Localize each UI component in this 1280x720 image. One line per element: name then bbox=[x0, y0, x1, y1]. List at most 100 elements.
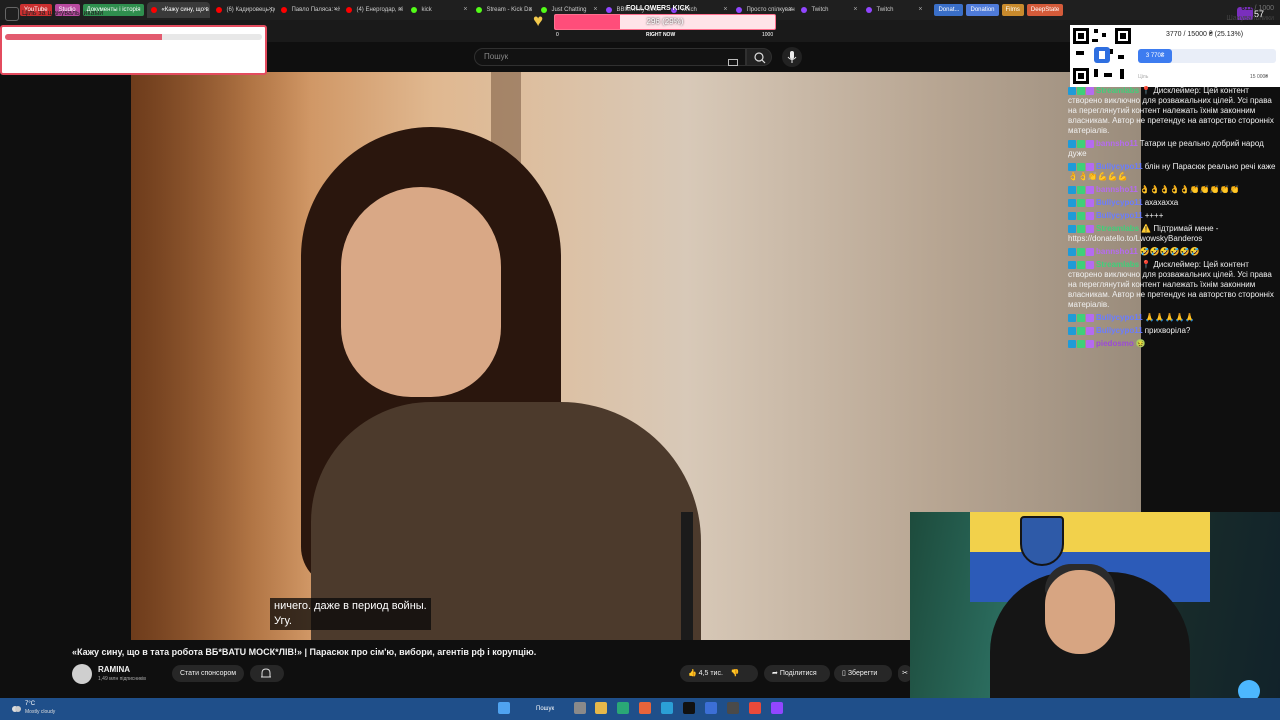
tab-favicon-icon bbox=[866, 7, 873, 13]
browser-tab[interactable]: (6) Кадировець до × bbox=[212, 2, 275, 18]
chat-badges-icon bbox=[1068, 162, 1096, 171]
browser-tab[interactable]: (4) Енергодар, ні × bbox=[342, 2, 405, 18]
chat-username[interactable]: Bullycypo11 bbox=[1096, 211, 1143, 220]
microphone-icon bbox=[787, 51, 797, 63]
tab-favicon-icon bbox=[346, 7, 353, 13]
chat-username[interactable]: bannsho11 bbox=[1096, 185, 1138, 194]
weather-icon[interactable] bbox=[10, 702, 22, 714]
chat-message: Bullycypo11 🙏🙏🙏🙏🙏 bbox=[1068, 313, 1278, 323]
join-button[interactable]: Стати спонсором bbox=[172, 665, 245, 682]
close-tab-icon[interactable]: × bbox=[918, 2, 922, 18]
browser-tab[interactable]: Twitch × bbox=[862, 2, 925, 18]
search-button[interactable] bbox=[746, 48, 772, 66]
kick-progress-value: 296 (29%) bbox=[646, 17, 684, 26]
goal-count: 611 / 1000 bbox=[1241, 5, 1274, 12]
donation-min-label: Ціль bbox=[1138, 74, 1149, 80]
search-input[interactable]: Пошук bbox=[474, 48, 746, 66]
kick-max-label: 1000 bbox=[762, 32, 774, 38]
notification-bell-button[interactable] bbox=[250, 665, 284, 682]
close-tab-icon[interactable]: × bbox=[463, 2, 467, 18]
browser-tab[interactable]: Павло Паляса: «Н × bbox=[277, 2, 340, 18]
close-tab-icon[interactable]: × bbox=[528, 2, 532, 18]
obs-icon[interactable] bbox=[727, 702, 739, 714]
goal-progress-track bbox=[5, 34, 262, 40]
scissors-icon: ✂ bbox=[902, 670, 908, 677]
chat-text: 🤣🤣🤣🤣🤣🤣 bbox=[1139, 247, 1200, 256]
heart-icon: ♥ bbox=[533, 11, 544, 30]
thumbs-down-icon[interactable]: 👎 bbox=[731, 670, 740, 677]
tiktok-icon[interactable] bbox=[683, 702, 695, 714]
close-tab-icon[interactable]: × bbox=[788, 2, 792, 18]
tab-label: kick bbox=[421, 7, 432, 13]
like-dislike-group[interactable]: 👍 4,5 тис. 👎 bbox=[680, 665, 758, 682]
tab-favicon-icon bbox=[736, 7, 743, 13]
browser-tab[interactable]: Twitch × bbox=[797, 2, 860, 18]
bookmark-item[interactable]: Films bbox=[1001, 4, 1024, 16]
share-button[interactable]: ➦ Поділитися bbox=[764, 665, 830, 682]
twitch-icon[interactable] bbox=[771, 702, 783, 714]
chrome-icon[interactable] bbox=[749, 702, 761, 714]
close-tab-icon[interactable]: × bbox=[268, 2, 272, 18]
app-icon[interactable] bbox=[705, 702, 717, 714]
firefox-icon[interactable] bbox=[639, 702, 651, 714]
chat-message: bannsho11 Татари це реально добрий народ … bbox=[1068, 139, 1278, 159]
weather-description[interactable]: Mostly cloudy bbox=[25, 709, 55, 715]
tab-favicon-icon bbox=[801, 7, 808, 13]
save-button[interactable]: ▯ Зберегти bbox=[834, 665, 892, 682]
bookmark-item[interactable]: DeepState bbox=[1026, 4, 1064, 16]
chat-username[interactable]: Bullycypo11 bbox=[1096, 198, 1143, 207]
chat-badges-icon bbox=[1068, 86, 1096, 95]
keyboard-icon[interactable] bbox=[728, 53, 738, 66]
browser-tab[interactable]: «Кажу сину, що в т × bbox=[147, 2, 211, 18]
voice-search-button[interactable] bbox=[782, 47, 802, 67]
telegram-icon[interactable] bbox=[661, 702, 673, 714]
chat-message: bannsho11 👌👌👌👌👌👏👏👏👏👏 bbox=[1068, 185, 1278, 195]
chat-username[interactable]: Streamlabs bbox=[1096, 224, 1139, 233]
chat-username[interactable]: Bullycypo11 bbox=[1096, 313, 1143, 322]
taskbar-search[interactable]: Пошук bbox=[524, 702, 564, 716]
kick-followers-title: FOLLOWERS KICK bbox=[626, 5, 690, 12]
tab-favicon-icon bbox=[476, 7, 483, 13]
follower-goal-widget bbox=[0, 25, 267, 75]
chat-username[interactable]: bannsho11 bbox=[1096, 247, 1138, 256]
chat-message: Bullycypo11 ахахахха bbox=[1068, 198, 1278, 208]
tab-label: Twitch bbox=[811, 7, 829, 13]
task-view-icon[interactable] bbox=[574, 702, 586, 714]
thumbs-up-icon[interactable]: 👍 bbox=[688, 670, 697, 677]
chat-badges-icon bbox=[1068, 326, 1096, 335]
browser-tab[interactable]: kick × bbox=[407, 2, 470, 18]
file-explorer-icon[interactable] bbox=[595, 702, 607, 714]
tab-label: (4) Енергодар, ні bbox=[356, 7, 403, 13]
close-tab-icon[interactable]: × bbox=[398, 2, 402, 18]
channel-name[interactable]: RAMINA bbox=[98, 665, 130, 674]
chat-username[interactable]: piedosmo bbox=[1096, 339, 1134, 348]
chat-username[interactable]: Bullycypo11 bbox=[1096, 326, 1143, 335]
close-tab-icon[interactable]: × bbox=[203, 2, 207, 18]
chat-username[interactable]: bannsho11 bbox=[1096, 139, 1138, 148]
close-tab-icon[interactable]: × bbox=[333, 2, 337, 18]
goal-icon bbox=[5, 7, 19, 21]
bookmark-item[interactable]: Donation bbox=[966, 4, 999, 16]
video-title: «Кажу сину, що в тата робота ВБ*ВATU МОС… bbox=[72, 647, 537, 657]
tab-favicon-icon bbox=[151, 7, 158, 13]
channel-avatar[interactable] bbox=[72, 664, 92, 684]
weather-temperature[interactable]: 7°C bbox=[25, 701, 35, 707]
chat-badges-icon bbox=[1068, 313, 1096, 322]
chat-text: ++++ bbox=[1144, 211, 1164, 220]
chat-message: Bullycypo11 блін ну Парасюк реально речі … bbox=[1068, 162, 1278, 182]
chat-username[interactable]: Streamlabs bbox=[1096, 86, 1139, 95]
edge-icon[interactable] bbox=[617, 702, 629, 714]
share-label: Поділитися bbox=[779, 670, 817, 677]
close-tab-icon[interactable]: × bbox=[853, 2, 857, 18]
chat-badges-icon bbox=[1068, 139, 1096, 148]
chat-username[interactable]: Bullycypo11 bbox=[1096, 162, 1143, 171]
kick-min-label: 0 bbox=[556, 32, 559, 38]
goal-current: 611 bbox=[1241, 5, 1253, 12]
bookmark-item[interactable]: Donat... bbox=[934, 4, 964, 16]
browser-tab[interactable]: Stream - Kick Da × bbox=[472, 2, 535, 18]
save-label: Зберегти bbox=[847, 670, 878, 677]
chat-username[interactable]: Streamlabs bbox=[1096, 260, 1139, 269]
search-icon bbox=[754, 52, 766, 64]
start-icon[interactable] bbox=[498, 702, 510, 714]
tab-label: Stream - Kick Da bbox=[486, 7, 532, 13]
